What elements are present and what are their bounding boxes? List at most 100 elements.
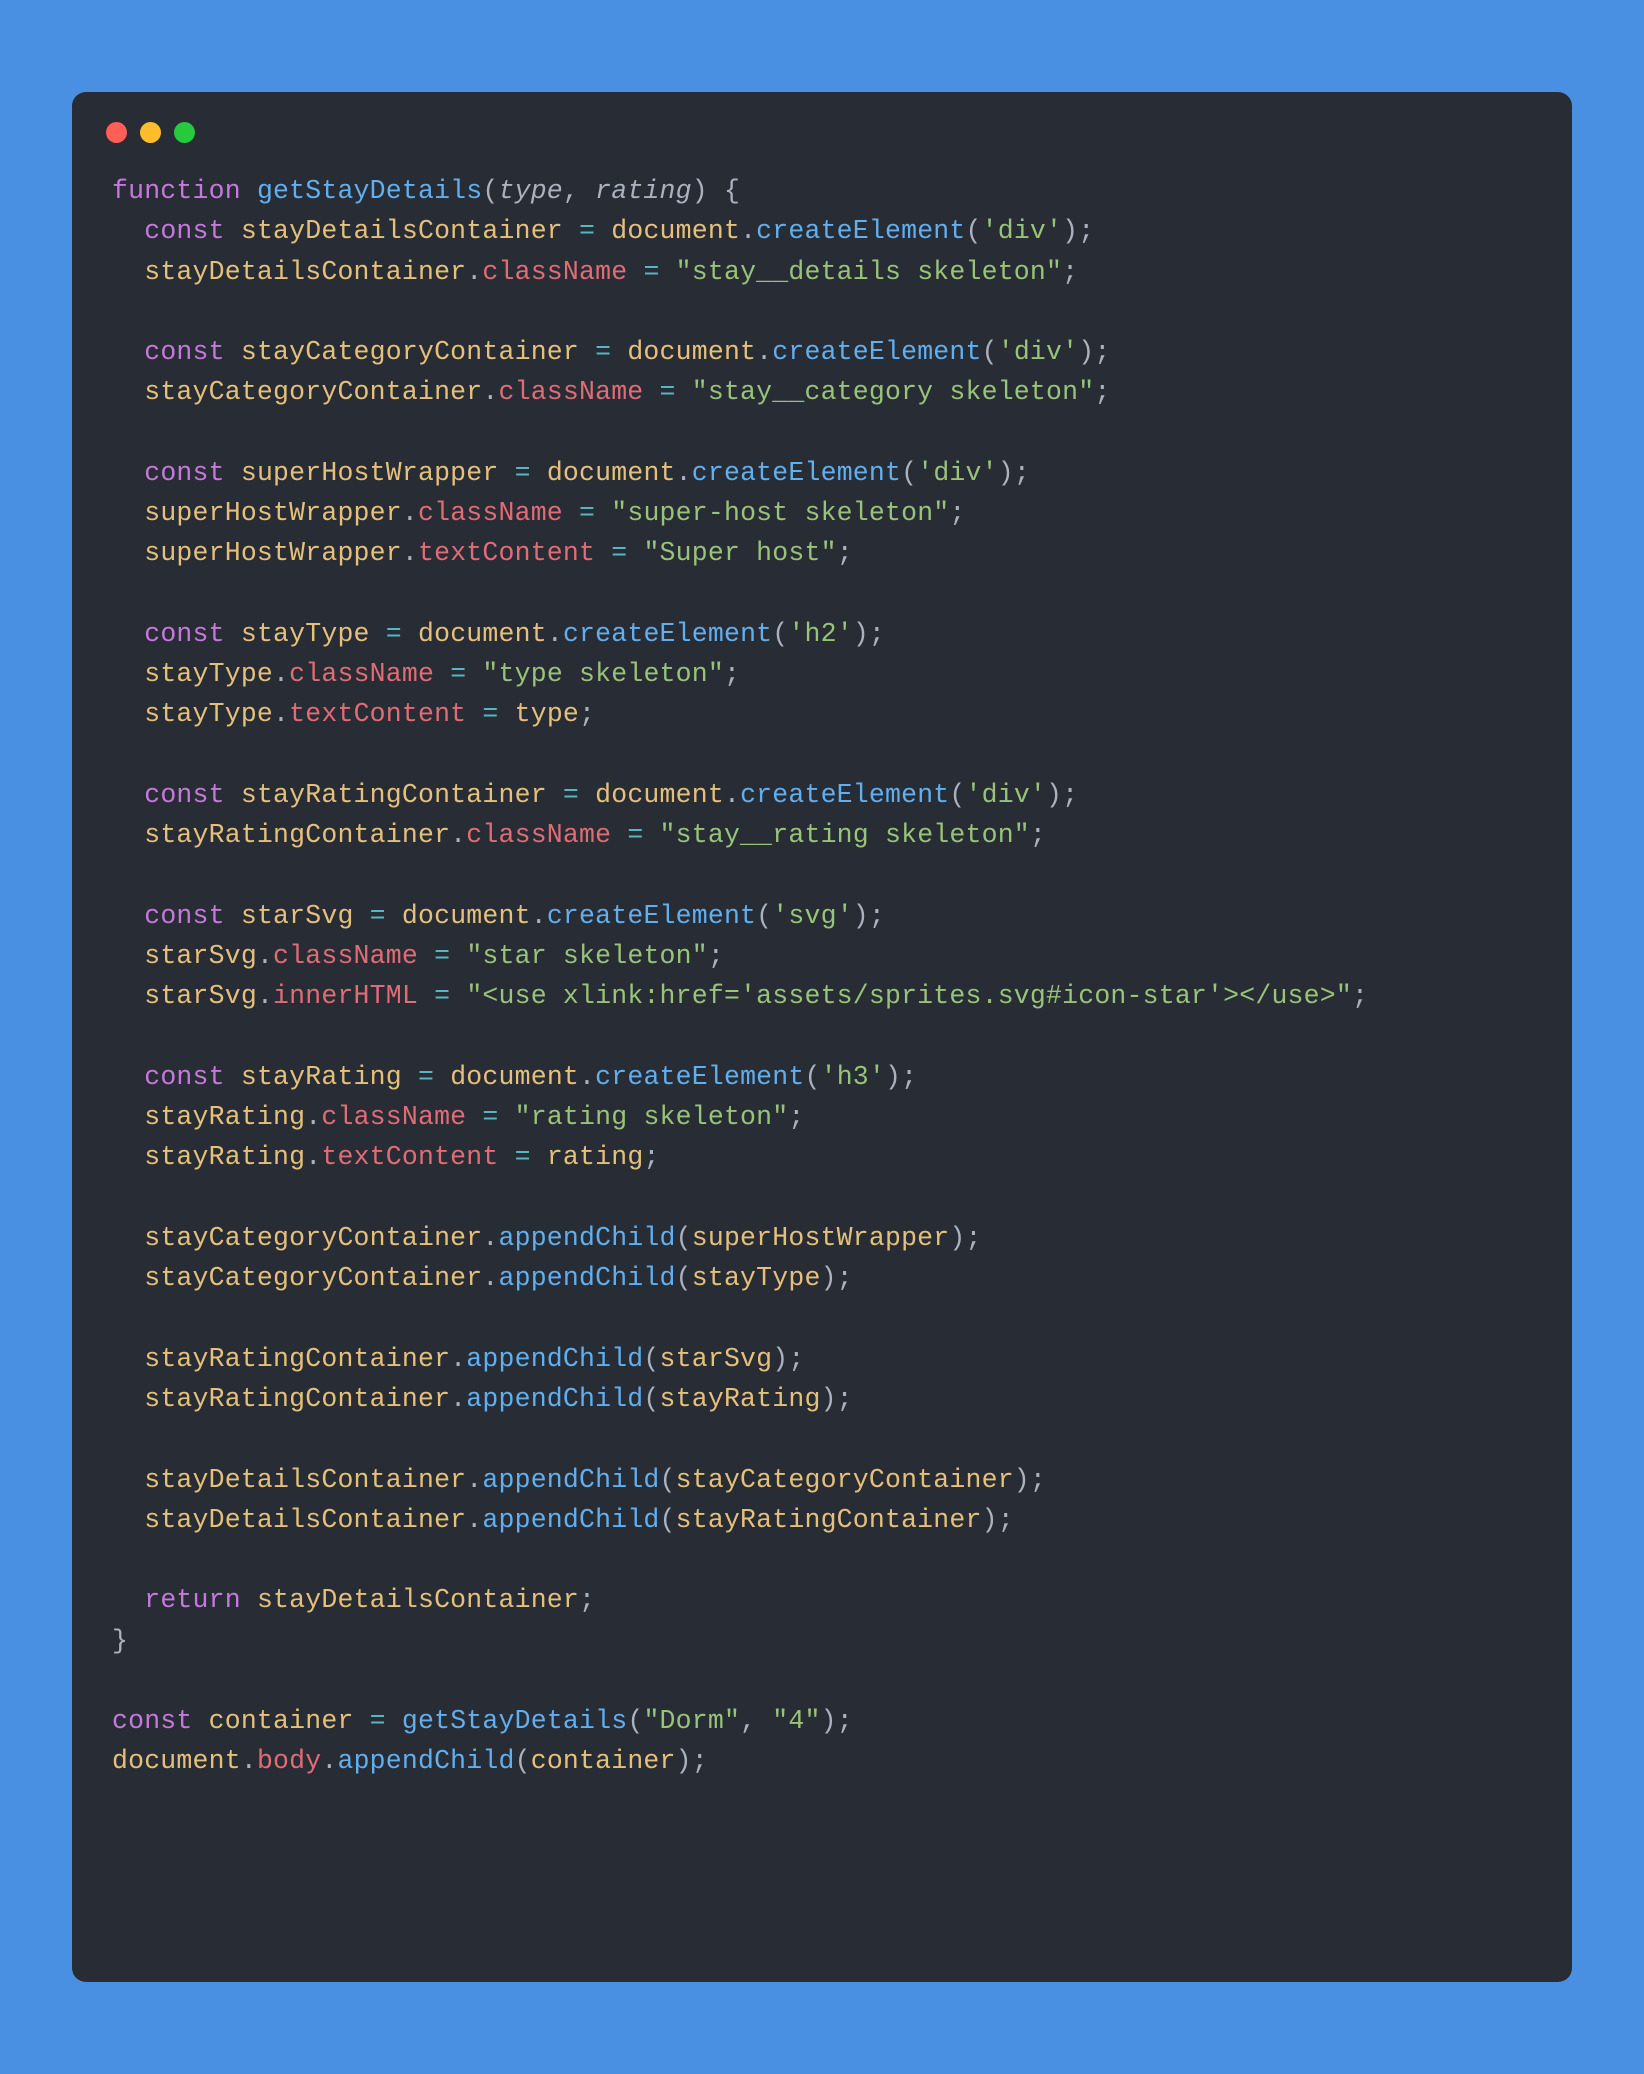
code-line xyxy=(112,574,1532,614)
token-punc: . xyxy=(466,1505,482,1535)
token-punc xyxy=(402,619,418,649)
token-var: container xyxy=(531,1746,676,1776)
token-punc xyxy=(611,337,627,367)
token-var: stayRating xyxy=(241,1062,402,1092)
token-kw: const xyxy=(144,619,225,649)
token-punc xyxy=(225,458,241,488)
code-line: stayDetailsContainer.appendChild(stayCat… xyxy=(112,1460,1532,1500)
code-line: stayRating.textContent = rating; xyxy=(112,1137,1532,1177)
token-prop: className xyxy=(418,498,563,528)
token-var: document xyxy=(611,216,740,246)
code-line xyxy=(112,856,1532,896)
code-line xyxy=(112,1661,1532,1701)
token-punc xyxy=(112,981,144,1011)
token-str: 'div' xyxy=(966,780,1047,810)
token-var: stayType xyxy=(144,699,273,729)
window-close-icon[interactable] xyxy=(106,122,127,143)
token-punc xyxy=(547,780,563,810)
token-punc: , xyxy=(740,1706,772,1736)
code-line: const container = getStayDetails("Dorm",… xyxy=(112,1701,1532,1741)
token-var: document xyxy=(627,337,756,367)
token-punc xyxy=(466,659,482,689)
token-punc xyxy=(112,1384,144,1414)
token-punc xyxy=(386,901,402,931)
token-punc: ) { xyxy=(692,176,740,206)
code-line xyxy=(112,1419,1532,1459)
code-line: starSvg.innerHTML = "<use xlink:href='as… xyxy=(112,976,1532,1016)
token-punc: ); xyxy=(949,1223,981,1253)
token-str: "stay__category skeleton" xyxy=(692,377,1095,407)
token-var: superHostWrapper xyxy=(241,458,499,488)
token-punc xyxy=(112,216,144,246)
token-punc xyxy=(595,216,611,246)
token-punc: . xyxy=(676,458,692,488)
token-str: "type skeleton" xyxy=(482,659,724,689)
code-line: document.body.appendChild(container); xyxy=(112,1741,1532,1781)
token-var: stayRatingContainer xyxy=(144,1344,450,1374)
token-punc xyxy=(193,1706,209,1736)
token-var: document xyxy=(418,619,547,649)
token-op: = xyxy=(434,981,450,1011)
token-var: superHostWrapper xyxy=(144,538,402,568)
token-var: stayRating xyxy=(144,1102,305,1132)
code-content[interactable]: function getStayDetails(type, rating) { … xyxy=(72,153,1572,1822)
token-var: stayRating xyxy=(660,1384,821,1414)
token-var: stayDetailsContainer xyxy=(144,257,466,287)
token-prop: textContent xyxy=(321,1142,498,1172)
code-line: stayCategoryContainer.appendChild(superH… xyxy=(112,1218,1532,1258)
token-prop: textContent xyxy=(418,538,595,568)
token-var: starSvg xyxy=(144,981,257,1011)
token-punc xyxy=(643,377,659,407)
token-var: document xyxy=(547,458,676,488)
code-line: stayCategoryContainer.appendChild(stayTy… xyxy=(112,1258,1532,1298)
token-punc: ); xyxy=(1014,1465,1046,1495)
token-var: stayDetailsContainer xyxy=(144,1505,466,1535)
token-punc: . xyxy=(724,780,740,810)
token-fn: appendChild xyxy=(482,1465,659,1495)
code-line: } xyxy=(112,1621,1532,1661)
token-punc: . xyxy=(273,659,289,689)
token-punc: ); xyxy=(1062,216,1094,246)
token-kw: const xyxy=(112,1706,193,1736)
token-punc: ); xyxy=(998,458,1030,488)
window-minimize-icon[interactable] xyxy=(140,122,161,143)
token-punc: ( xyxy=(949,780,965,810)
token-prop: className xyxy=(482,257,627,287)
token-punc: . xyxy=(257,981,273,1011)
token-var: stayRatingContainer xyxy=(144,1384,450,1414)
token-str: "Super host" xyxy=(643,538,836,568)
code-line: const stayRatingContainer = document.cre… xyxy=(112,775,1532,815)
token-prop: className xyxy=(466,820,611,850)
token-punc xyxy=(499,1142,515,1172)
token-op: = xyxy=(579,498,595,528)
token-punc: . xyxy=(579,1062,595,1092)
token-punc xyxy=(112,941,144,971)
token-punc: ( xyxy=(676,1223,692,1253)
token-punc xyxy=(112,1263,144,1293)
token-op: = xyxy=(660,377,676,407)
token-punc xyxy=(499,458,515,488)
token-fn: createElement xyxy=(692,458,901,488)
token-str: 'h3' xyxy=(821,1062,885,1092)
token-punc: ; xyxy=(949,498,965,528)
token-var: document xyxy=(402,901,531,931)
token-var: stayType xyxy=(692,1263,821,1293)
window-maximize-icon[interactable] xyxy=(174,122,195,143)
token-kw: const xyxy=(144,216,225,246)
token-var: stayRating xyxy=(144,1142,305,1172)
code-line: superHostWrapper.textContent = "Super ho… xyxy=(112,533,1532,573)
token-fn: getStayDetails xyxy=(402,1706,627,1736)
token-var: rating xyxy=(547,1142,644,1172)
token-prop: className xyxy=(321,1102,466,1132)
token-prop: body xyxy=(257,1746,321,1776)
token-punc: ( xyxy=(804,1062,820,1092)
token-punc xyxy=(354,901,370,931)
code-line: const stayDetailsContainer = document.cr… xyxy=(112,211,1532,251)
token-punc xyxy=(386,1706,402,1736)
token-op: = xyxy=(370,1706,386,1736)
token-punc: . xyxy=(450,1344,466,1374)
token-str: "star skeleton" xyxy=(466,941,708,971)
token-punc: . xyxy=(466,1465,482,1495)
token-punc: ; xyxy=(1030,820,1046,850)
code-line: return stayDetailsContainer; xyxy=(112,1580,1532,1620)
